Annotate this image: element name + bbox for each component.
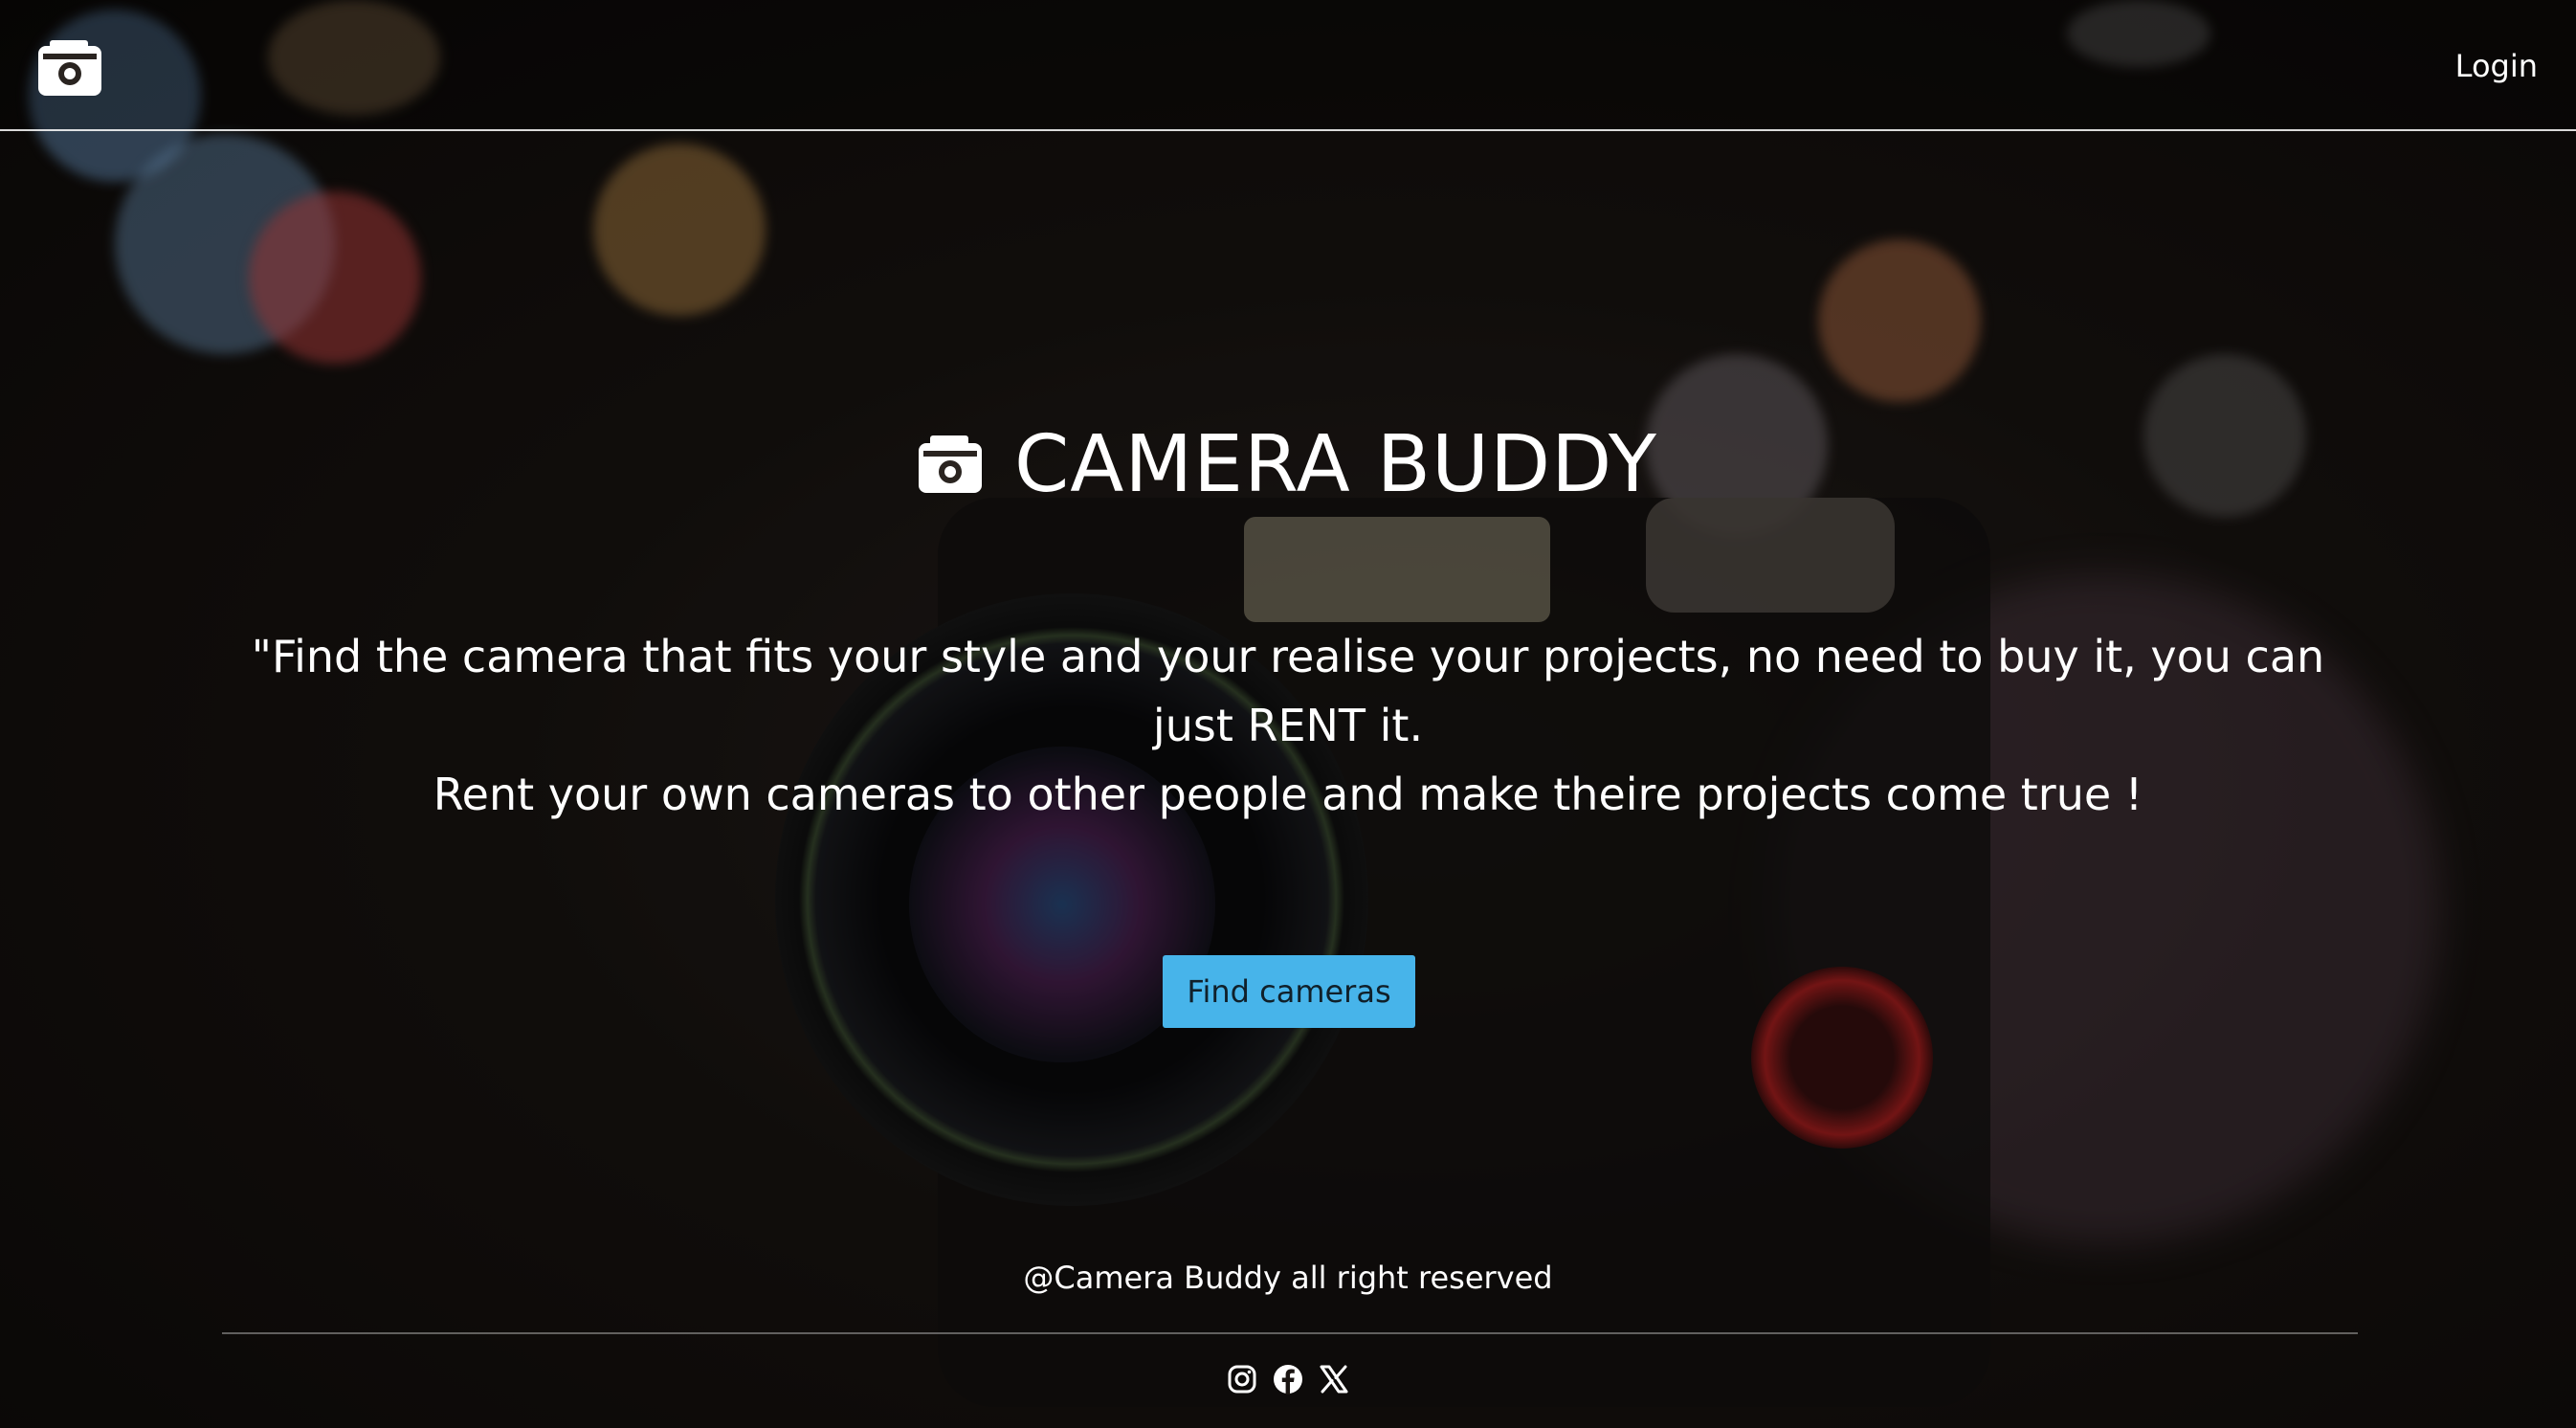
title-text: CAMERA BUDDY xyxy=(1014,418,1657,510)
find-cameras-button[interactable]: Find cameras xyxy=(1163,955,1415,1028)
tagline-line-1: "Find the camera that fits your style an… xyxy=(251,631,2325,751)
navbar: Login xyxy=(0,0,2576,131)
facebook-icon[interactable] xyxy=(1273,1364,1303,1395)
instagram-icon[interactable] xyxy=(1227,1364,1257,1395)
tagline-line-2: Rent your own cameras to other people an… xyxy=(433,769,2143,820)
footer-divider xyxy=(222,1332,2358,1334)
copyright-text: @Camera Buddy all right reserved xyxy=(1023,1260,1553,1296)
x-icon[interactable] xyxy=(1319,1364,1349,1395)
login-link[interactable]: Login xyxy=(2455,48,2538,84)
social-links xyxy=(0,1364,2576,1398)
camera-icon xyxy=(919,435,983,493)
page-title: CAMERA BUDDY xyxy=(0,412,2576,517)
landing-page: Login CAMERA BUDDY "Find the camera that… xyxy=(0,0,2576,1428)
camera-icon[interactable] xyxy=(38,40,101,96)
tagline: "Find the camera that fits your style an… xyxy=(211,622,2365,829)
